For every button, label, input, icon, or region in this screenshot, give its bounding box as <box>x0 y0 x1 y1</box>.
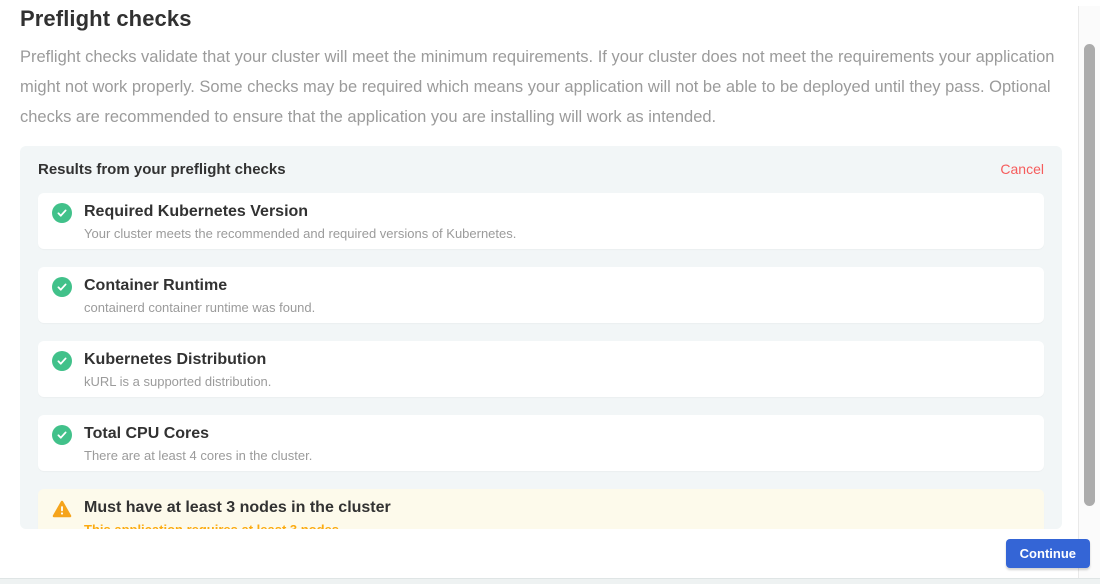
check-message: This application requires at least 3 nod… <box>84 522 391 529</box>
check-message: containerd container runtime was found. <box>84 300 315 316</box>
check-circle-icon <box>52 351 72 371</box>
check-card-total-cpu-cores: Total CPU Cores There are at least 4 cor… <box>38 415 1044 471</box>
check-circle-icon <box>52 203 72 223</box>
check-card-node-count-warning: Must have at least 3 nodes in the cluste… <box>38 489 1044 529</box>
check-card-container-runtime: Container Runtime containerd container r… <box>38 267 1044 323</box>
check-card-required-kubernetes-version: Required Kubernetes Version Your cluster… <box>38 193 1044 249</box>
check-circle-icon <box>52 277 72 297</box>
results-panel-title: Results from your preflight checks <box>38 161 286 178</box>
vertical-scrollbar-thumb[interactable] <box>1084 44 1095 506</box>
page-description: Preflight checks validate that your clus… <box>20 42 1068 132</box>
check-title: Required Kubernetes Version <box>84 202 516 222</box>
check-title: Must have at least 3 nodes in the cluste… <box>84 498 391 518</box>
check-message: There are at least 4 cores in the cluste… <box>84 448 312 464</box>
vertical-scrollbar-track[interactable] <box>1078 6 1100 578</box>
check-card-kubernetes-distribution: Kubernetes Distribution kURL is a suppor… <box>38 341 1044 397</box>
check-title: Total CPU Cores <box>84 424 312 444</box>
page-title: Preflight checks <box>20 6 1058 32</box>
check-message: Your cluster meets the recommended and r… <box>84 226 516 242</box>
check-message: kURL is a supported distribution. <box>84 374 271 390</box>
cancel-link[interactable]: Cancel <box>1000 161 1044 177</box>
results-panel: Results from your preflight checks Cance… <box>20 146 1062 529</box>
check-circle-icon <box>52 425 72 445</box>
footer: Continue <box>0 539 1100 578</box>
preflight-page: Preflight checks Preflight checks valida… <box>0 6 1078 529</box>
warning-triangle-icon <box>52 499 72 519</box>
check-title: Container Runtime <box>84 276 315 296</box>
check-results-list: Required Kubernetes Version Your cluster… <box>38 193 1044 529</box>
check-title: Kubernetes Distribution <box>84 350 271 370</box>
continue-button[interactable]: Continue <box>1006 539 1090 568</box>
bottom-section-divider <box>0 578 1100 584</box>
results-panel-header: Results from your preflight checks Cance… <box>38 158 1044 180</box>
